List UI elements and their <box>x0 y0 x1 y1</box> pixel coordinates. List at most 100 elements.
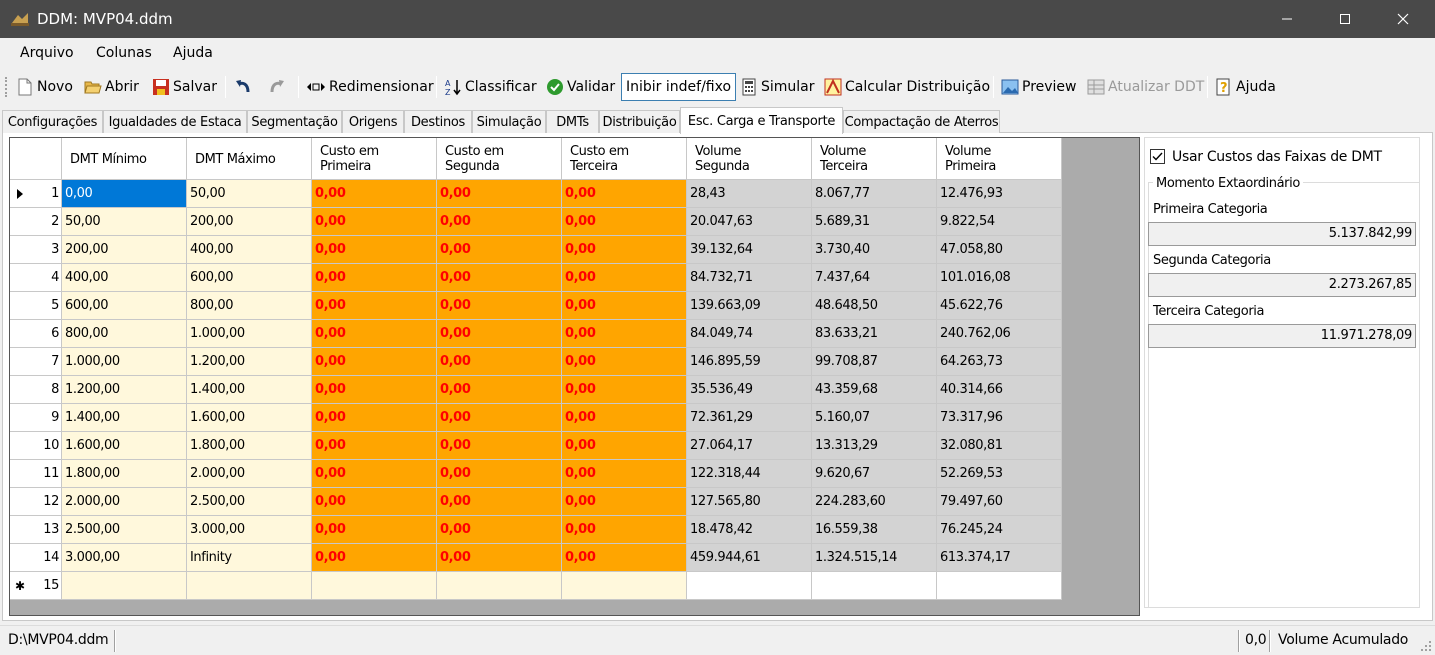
ajuda-button[interactable]: ? Ajuda <box>1215 73 1276 101</box>
column-header-volume-primeira[interactable]: Volume Primeira <box>937 138 1062 180</box>
row-header[interactable]: 3 <box>10 236 62 264</box>
column-header-custo-primeira[interactable]: Custo em Primeira <box>312 138 437 180</box>
grid-cell-dmt-minimo[interactable]: 200,00 <box>62 236 187 264</box>
grid-cell-custo-terceira[interactable]: 0,00 <box>562 264 687 292</box>
grid-cell-volume-terceira[interactable]: 13.313,29 <box>812 432 937 460</box>
grid-cell-custo-primeira[interactable]: 0,00 <box>312 236 437 264</box>
grid-cell-custo-primeira[interactable]: 0,00 <box>312 516 437 544</box>
grid-cell-volume-terceira[interactable]: 99.708,87 <box>812 348 937 376</box>
grid-cell-custo-terceira[interactable]: 0,00 <box>562 320 687 348</box>
grid-cell-custo-terceira[interactable]: 0,00 <box>562 460 687 488</box>
row-header[interactable]: 13 <box>10 516 62 544</box>
grid-cell-volume-segunda[interactable]: 146.895,59 <box>687 348 812 376</box>
grid-cell-volume-segunda[interactable]: 84.732,71 <box>687 264 812 292</box>
grid-cell-dmt-maximo[interactable]: 1.000,00 <box>187 320 312 348</box>
grid-cell-volume-segunda[interactable]: 20.047,63 <box>687 208 812 236</box>
grid-cell-custo-segunda[interactable]: 0,00 <box>437 516 562 544</box>
grid-cell-custo-segunda[interactable]: 0,00 <box>437 404 562 432</box>
grid-cell-dmt-maximo[interactable]: 2.500,00 <box>187 488 312 516</box>
menu-ajuda[interactable]: Ajuda <box>173 45 213 61</box>
row-header[interactable]: 12 <box>10 488 62 516</box>
grid-cell-custo-primeira[interactable]: 0,00 <box>312 180 437 208</box>
grid-cell-dmt-maximo[interactable]: 1.800,00 <box>187 432 312 460</box>
grid-cell-custo-terceira[interactable]: 0,00 <box>562 404 687 432</box>
grid-cell-dmt-maximo[interactable]: 600,00 <box>187 264 312 292</box>
grid-cell-volume-terceira[interactable]: 1.324.515,14 <box>812 544 937 572</box>
row-header[interactable]: 4 <box>10 264 62 292</box>
grid-cell-custo-terceira[interactable]: 0,00 <box>562 432 687 460</box>
column-header-custo-terceira[interactable]: Custo em Terceira <box>562 138 687 180</box>
grid-cell-custo-terceira[interactable]: 0,00 <box>562 516 687 544</box>
grid-cell-volume-segunda[interactable]: 139.663,09 <box>687 292 812 320</box>
atualizar-ddt-button[interactable]: Atualizar DDT <box>1087 73 1204 101</box>
row-header[interactable]: 6 <box>10 320 62 348</box>
new-row-header[interactable]: ✱ 15 <box>10 572 62 600</box>
grid-cell-volume-primeira[interactable]: 12.476,93 <box>937 180 1062 208</box>
grid-cell-custo-terceira[interactable]: 0,00 <box>562 544 687 572</box>
grid-cell-volume-primeira[interactable]: 9.822,54 <box>937 208 1062 236</box>
row-header[interactable]: 14 <box>10 544 62 572</box>
grid-cell-volume-primeira[interactable]: 52.269,53 <box>937 460 1062 488</box>
grid-cell-custo-primeira[interactable]: 0,00 <box>312 460 437 488</box>
grid-cell-volume-segunda[interactable]: 39.132,64 <box>687 236 812 264</box>
row-header[interactable]: 7 <box>10 348 62 376</box>
grid-cell-volume-segunda[interactable]: 84.049,74 <box>687 320 812 348</box>
column-header-dmt-minimo[interactable]: DMT Mínimo <box>62 138 187 180</box>
grid-cell-custo-segunda[interactable]: 0,00 <box>437 460 562 488</box>
grid-cell-volume-terceira[interactable]: 5.160,07 <box>812 404 937 432</box>
grid-cell-custo-terceira[interactable]: 0,00 <box>562 236 687 264</box>
grid-cell-volume-primeira[interactable]: 45.622,76 <box>937 292 1062 320</box>
grid-cell-volume-terceira[interactable]: 48.648,50 <box>812 292 937 320</box>
calcular-distribuicao-button[interactable]: Calcular Distribuição <box>824 73 990 101</box>
grid-cell-dmt-minimo[interactable]: 2.000,00 <box>62 488 187 516</box>
validar-button[interactable]: Validar <box>546 73 615 101</box>
tab-simulacao[interactable]: Simulação <box>472 110 546 133</box>
grid-cell-dmt-maximo[interactable]: 800,00 <box>187 292 312 320</box>
grid-cell-volume-segunda[interactable]: 72.361,29 <box>687 404 812 432</box>
grid-cell-volume-terceira[interactable]: 16.559,38 <box>812 516 937 544</box>
grid-cell-volume-segunda[interactable]: 28,43 <box>687 180 812 208</box>
grid-cell-volume-terceira[interactable]: 83.633,21 <box>812 320 937 348</box>
grid-cell-volume-terceira[interactable]: 3.730,40 <box>812 236 937 264</box>
grid-cell-dmt-minimo[interactable]: 1.400,00 <box>62 404 187 432</box>
grid-cell-volume-primeira[interactable]: 47.058,80 <box>937 236 1062 264</box>
usar-custos-label[interactable]: Usar Custos das Faixas de DMT <box>1172 149 1382 165</box>
grid-cell-dmt-maximo[interactable]: 1.600,00 <box>187 404 312 432</box>
grid-cell-custo-terceira[interactable]: 0,00 <box>562 180 687 208</box>
grid-cell-dmt-minimo[interactable]: 1.200,00 <box>62 376 187 404</box>
grid-cell-custo-primeira[interactable]: 0,00 <box>312 292 437 320</box>
grid-cell-dmt-minimo[interactable]: 50,00 <box>62 208 187 236</box>
primeira-categoria-field[interactable]: 5.137.842,99 <box>1148 222 1416 246</box>
grid-cell-volume-segunda[interactable]: 35.536,49 <box>687 376 812 404</box>
grid-cell-volume-primeira[interactable]: 73.317,96 <box>937 404 1062 432</box>
grid-cell-dmt-minimo[interactable]: 600,00 <box>62 292 187 320</box>
grid-cell-dmt-maximo[interactable]: 400,00 <box>187 236 312 264</box>
grid-cell-custo-terceira[interactable]: 0,00 <box>562 488 687 516</box>
grid-cell-custo-primeira[interactable]: 0,00 <box>312 376 437 404</box>
grid-cell-custo-segunda[interactable]: 0,00 <box>437 320 562 348</box>
grid-corner-header[interactable] <box>10 138 62 180</box>
grid-cell-custo-terceira[interactable]: 0,00 <box>562 208 687 236</box>
grid-cell-dmt-minimo[interactable]: 1.800,00 <box>62 460 187 488</box>
column-header-volume-segunda[interactable]: Volume Segunda <box>687 138 812 180</box>
grid-cell-dmt-maximo[interactable]: 200,00 <box>187 208 312 236</box>
tab-dmts[interactable]: DMTs <box>546 110 599 133</box>
tab-igualdades-de-estaca[interactable]: Igualdades de Estaca <box>103 110 247 133</box>
grid-cell-dmt-minimo[interactable]: 400,00 <box>62 264 187 292</box>
grid-cell-dmt-maximo[interactable]: Infinity <box>187 544 312 572</box>
grid-cell-custo-primeira[interactable]: 0,00 <box>312 544 437 572</box>
grid-cell-volume-primeira[interactable]: 613.374,17 <box>937 544 1062 572</box>
grid-cell-custo-segunda[interactable]: 0,00 <box>437 180 562 208</box>
grid-cell-dmt-minimo[interactable]: 0,00 <box>62 180 187 208</box>
inibir-toggle[interactable]: Inibir indef/fixo <box>621 73 737 101</box>
segunda-categoria-field[interactable]: 2.273.267,85 <box>1148 273 1416 297</box>
grid-cell-dmt-maximo[interactable]: 3.000,00 <box>187 516 312 544</box>
grid-cell-volume-terceira[interactable]: 8.067,77 <box>812 180 937 208</box>
tab-origens[interactable]: Origens <box>342 110 404 133</box>
abrir-button[interactable]: Abrir <box>84 73 139 101</box>
usar-custos-checkbox[interactable] <box>1150 149 1165 164</box>
grid-cell-custo-segunda[interactable]: 0,00 <box>437 432 562 460</box>
grid-cell-dmt-minimo[interactable]: 800,00 <box>62 320 187 348</box>
toolbar-grip[interactable] <box>5 77 8 97</box>
data-grid[interactable]: DMT Mínimo DMT Máximo Custo em Primeira Cust… <box>9 137 1140 616</box>
